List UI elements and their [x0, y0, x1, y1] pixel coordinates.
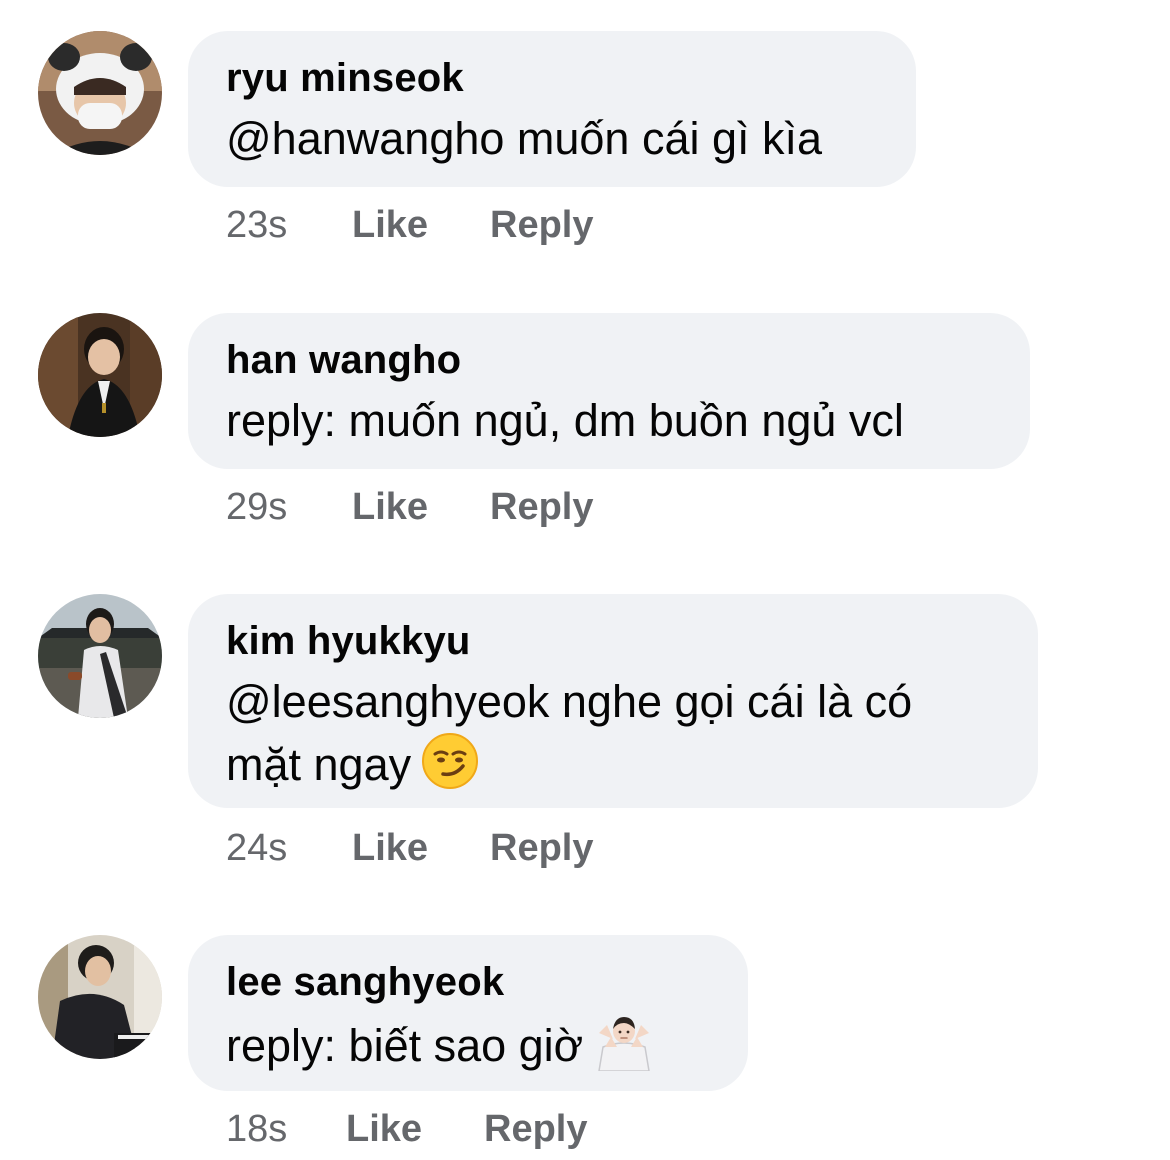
avatar[interactable] [38, 313, 162, 437]
comment-timestamp[interactable]: 24s [226, 827, 352, 870]
comment-text-line-2: mặt ngay [226, 732, 998, 805]
comment-actions: 24s Like Reply [226, 827, 593, 870]
comment-bubble: kim hyukkyu @leesanghyeok nghe gọi cái l… [188, 594, 1038, 808]
comment-text: reply: biết sao giờ [226, 1013, 708, 1086]
comment-actions: 18s Like Reply [226, 1108, 587, 1151]
like-button[interactable]: Like [346, 1108, 484, 1151]
comment-author[interactable]: ryu minseok [226, 53, 876, 103]
avatar[interactable] [38, 31, 162, 155]
comment-text: @leesanghyeok nghe gọi cái là có mặt nga… [226, 672, 998, 805]
comment-text: reply: muốn ngủ, dm buồn ngủ vcl [226, 391, 990, 451]
like-button[interactable]: Like [352, 486, 490, 529]
comment-author[interactable]: kim hyukkyu [226, 616, 998, 666]
like-button[interactable]: Like [352, 204, 490, 247]
comment-text-line: @hanwangho muốn cái gì kìa [226, 113, 823, 164]
comment-text-line: reply: muốn ngủ, dm buồn ngủ vcl [226, 395, 904, 446]
reply-button[interactable]: Reply [490, 827, 593, 870]
like-button[interactable]: Like [352, 827, 490, 870]
avatar-photo [38, 31, 162, 155]
person-shrugging-icon [593, 1013, 655, 1086]
comment-timestamp[interactable]: 23s [226, 204, 352, 247]
smirking-face-icon [421, 732, 479, 805]
comment-actions: 29s Like Reply [226, 486, 593, 529]
reply-button[interactable]: Reply [490, 204, 593, 247]
reply-button[interactable]: Reply [490, 486, 593, 529]
avatar[interactable] [38, 935, 162, 1059]
comment-bubble: lee sanghyeok reply: biết sao giờ [188, 935, 748, 1091]
comment-text: @hanwangho muốn cái gì kìa [226, 109, 876, 169]
comment-actions: 23s Like Reply [226, 204, 593, 247]
comment-text-line: @leesanghyeok nghe gọi cái là có [226, 676, 913, 727]
comment-text-line: reply: biết sao giờ [226, 1020, 584, 1071]
reply-button[interactable]: Reply [484, 1108, 587, 1151]
comment-bubble: han wangho reply: muốn ngủ, dm buồn ngủ … [188, 313, 1030, 469]
avatar-photo [38, 935, 162, 1059]
avatar[interactable] [38, 594, 162, 718]
comment-author[interactable]: han wangho [226, 335, 990, 385]
comment-text-line: mặt ngay [226, 739, 412, 790]
comment-bubble: ryu minseok @hanwangho muốn cái gì kìa [188, 31, 916, 187]
comment-timestamp[interactable]: 29s [226, 486, 352, 529]
comment-timestamp[interactable]: 18s [226, 1108, 346, 1151]
avatar-photo [38, 594, 162, 718]
avatar-photo [38, 313, 162, 437]
comment-author[interactable]: lee sanghyeok [226, 957, 708, 1007]
